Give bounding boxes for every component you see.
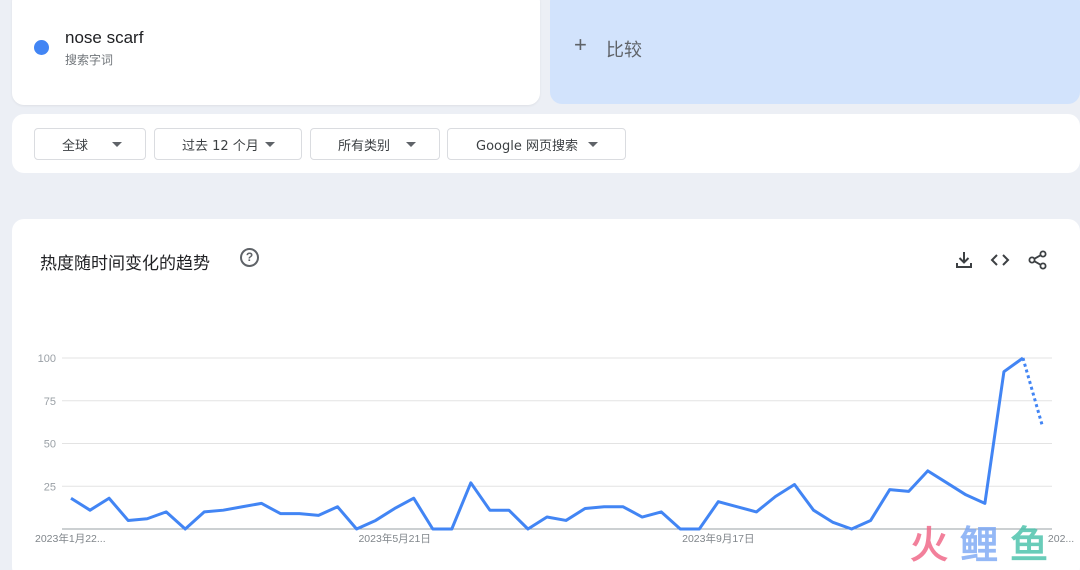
- data-point[interactable]: [791, 482, 797, 488]
- data-point[interactable]: [335, 504, 341, 510]
- y-tick-label: 75: [44, 396, 56, 408]
- data-point[interactable]: [1039, 422, 1045, 428]
- data-point[interactable]: [887, 487, 893, 493]
- interest-over-time-chart: 25 50 75 100 2023年1月22... 2023年5月21日 2023年9月1…: [35, 353, 1074, 545]
- data-point[interactable]: [163, 509, 169, 515]
- data-point[interactable]: [963, 492, 969, 498]
- data-point[interactable]: [525, 526, 531, 532]
- data-point[interactable]: [106, 495, 112, 501]
- data-point[interactable]: [544, 514, 550, 520]
- svg-text:鲤: 鲤: [960, 525, 998, 566]
- data-point[interactable]: [258, 500, 264, 506]
- data-point[interactable]: [620, 504, 626, 510]
- data-point[interactable]: [811, 507, 817, 513]
- data-point[interactable]: [772, 494, 778, 500]
- data-point[interactable]: [925, 468, 931, 474]
- data-point[interactable]: [753, 509, 759, 515]
- data-point[interactable]: [715, 499, 721, 505]
- x-tick-label: 2023年1月22...: [35, 532, 106, 545]
- data-point[interactable]: [506, 507, 512, 513]
- data-point[interactable]: [906, 488, 912, 494]
- data-point[interactable]: [277, 511, 283, 517]
- x-tick-label: 2023年5月21日: [358, 532, 430, 545]
- data-point[interactable]: [430, 526, 436, 532]
- data-point[interactable]: [449, 526, 455, 532]
- data-point[interactable]: [468, 480, 474, 486]
- data-point[interactable]: [239, 504, 245, 510]
- data-point[interactable]: [411, 495, 417, 501]
- y-tick-label: 25: [44, 481, 56, 493]
- data-point[interactable]: [144, 516, 150, 522]
- data-point[interactable]: [982, 500, 988, 506]
- data-point[interactable]: [316, 512, 322, 518]
- data-point[interactable]: [1001, 369, 1007, 375]
- watermark-logo: 火 鲤 鱼: [910, 525, 1048, 566]
- data-point[interactable]: [201, 509, 207, 515]
- data-point[interactable]: [373, 517, 379, 523]
- data-point[interactable]: [182, 526, 188, 532]
- data-point[interactable]: [354, 526, 360, 532]
- data-point[interactable]: [296, 511, 302, 517]
- series-line-partial-data[interactable]: [1021, 357, 1044, 426]
- data-point[interactable]: [125, 517, 131, 523]
- data-point[interactable]: [220, 507, 226, 513]
- data-point[interactable]: [734, 504, 740, 510]
- x-tick-label: 2023年9月17日: [682, 532, 754, 545]
- svg-text:火: 火: [910, 525, 948, 566]
- data-point[interactable]: [68, 495, 74, 501]
- y-tick-label: 100: [38, 353, 56, 365]
- data-point[interactable]: [658, 509, 664, 515]
- data-point[interactable]: [392, 505, 398, 511]
- data-point[interactable]: [677, 526, 683, 532]
- data-point[interactable]: [1020, 355, 1026, 361]
- data-point[interactable]: [696, 526, 702, 532]
- data-point[interactable]: [487, 507, 493, 513]
- data-point[interactable]: [849, 526, 855, 532]
- data-point[interactable]: [563, 517, 569, 523]
- data-point[interactable]: [601, 504, 607, 510]
- data-point[interactable]: [868, 517, 874, 523]
- data-point[interactable]: [87, 507, 93, 513]
- svg-text:鱼: 鱼: [1010, 525, 1048, 566]
- data-point[interactable]: [582, 505, 588, 511]
- data-point[interactable]: [639, 514, 645, 520]
- data-point[interactable]: [830, 519, 836, 525]
- y-tick-label: 50: [44, 439, 56, 451]
- data-point[interactable]: [944, 480, 950, 486]
